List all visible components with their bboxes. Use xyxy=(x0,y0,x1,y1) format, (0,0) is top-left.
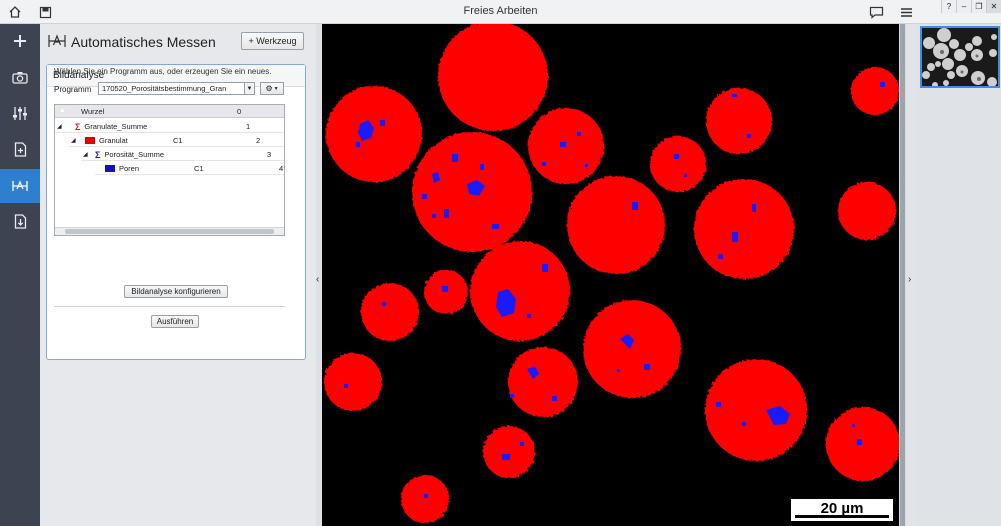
sum-icon: Σ xyxy=(75,121,81,132)
scale-bar-line xyxy=(795,515,889,518)
home-icon[interactable] xyxy=(6,3,24,21)
image-viewport[interactable]: 20 µm xyxy=(322,24,899,526)
tree-row[interactable]: ◢ Granulat xyxy=(71,134,128,147)
image-thumbnail[interactable] xyxy=(920,26,1000,88)
sliders-icon[interactable] xyxy=(0,96,40,130)
chevron-down-icon: ▼ xyxy=(273,85,279,92)
chat-icon[interactable] xyxy=(866,3,886,21)
tree-row-value: 2 xyxy=(256,136,261,145)
collapse-icon[interactable]: ◢ xyxy=(83,151,91,158)
tree-header: ▲ Wurzel 0 xyxy=(55,105,284,118)
close-icon[interactable]: ✕ xyxy=(986,0,1001,13)
program-select-value: 170520_Porositätsbestimmung_Gran xyxy=(102,84,227,93)
window-controls: ? – ❐ ✕ xyxy=(941,0,1001,13)
run-button[interactable]: Ausführen xyxy=(151,315,199,328)
restore-icon[interactable]: ❐ xyxy=(971,0,986,13)
chevron-down-icon[interactable]: ▼ xyxy=(244,83,254,94)
tree-row-name: Granulate_Summe xyxy=(84,122,148,131)
tree-row-value: 1 xyxy=(246,122,251,131)
panel-title: Automatisches Messen xyxy=(71,34,216,50)
hint-text: Wählen Sie ein Programm aus, oder erzeug… xyxy=(54,67,272,76)
tree-row-name: Porosität_Summe xyxy=(104,150,165,159)
tree-root-label: Wurzel xyxy=(81,107,105,116)
tree-horizontal-scrollbar[interactable] xyxy=(55,227,284,235)
tool-panel: Automatisches Messen + Werkzeug Bildanal… xyxy=(40,24,316,526)
tree-root-value: 0 xyxy=(237,107,242,116)
sum-icon: Σ xyxy=(95,149,101,160)
program-label: Programm xyxy=(54,85,92,94)
tree-row-class: C1 xyxy=(194,164,204,173)
tree-row[interactable]: Poren xyxy=(105,162,139,175)
gallery-panel xyxy=(916,24,1001,526)
automatic-measure-icon xyxy=(48,34,66,47)
minimize-icon[interactable]: – xyxy=(956,0,971,13)
divider xyxy=(54,306,285,307)
program-select[interactable]: 170520_Porositätsbestimmung_Gran ▼ xyxy=(98,82,255,95)
scale-bar: 20 µm xyxy=(790,498,894,522)
tree-row-value: 4 xyxy=(279,164,284,173)
add-tool-button[interactable]: + Werkzeug xyxy=(241,32,304,50)
menu-icon[interactable] xyxy=(896,3,916,21)
save-icon[interactable] xyxy=(36,3,54,21)
add-icon[interactable] xyxy=(0,24,40,58)
camera-icon[interactable] xyxy=(0,60,40,94)
chevron-right-icon[interactable]: › xyxy=(908,274,911,285)
segmented-microscope-image xyxy=(324,24,899,523)
thumbnail-image xyxy=(922,28,998,86)
right-splitter[interactable]: › xyxy=(906,24,916,526)
gear-icon: ⚙ xyxy=(265,84,273,93)
left-toolbar xyxy=(0,24,40,526)
help-icon[interactable]: ? xyxy=(941,0,956,13)
window-title: Freies Arbeiten xyxy=(463,5,538,17)
document-export-icon[interactable] xyxy=(0,204,40,238)
class-color-swatch xyxy=(85,137,95,144)
title-bar: Freies Arbeiten ? – ❐ ✕ xyxy=(0,0,1001,24)
image-vertical-scrollbar[interactable] xyxy=(899,24,906,526)
tree-row-name: Poren xyxy=(119,164,140,173)
document-add-icon[interactable] xyxy=(0,132,40,166)
measure-icon[interactable] xyxy=(0,169,40,203)
chevron-left-icon[interactable]: ‹ xyxy=(316,274,319,285)
collapse-icon[interactable]: ◢ xyxy=(71,137,79,144)
configure-analysis-button[interactable]: Bildanalyse konfigurieren xyxy=(124,285,228,298)
up-arrow-icon: ▲ xyxy=(59,107,66,114)
collapse-icon[interactable]: ◢ xyxy=(57,123,65,130)
scrollbar-thumb[interactable] xyxy=(900,24,905,526)
tree-row[interactable]: ◢ Σ Granulate_Summe xyxy=(57,120,147,133)
tree-row-name: Granulat xyxy=(99,136,128,145)
class-color-swatch xyxy=(105,165,115,172)
analysis-tree[interactable]: ▲ Wurzel 0 ◢ Σ Granulate_Summe 1 ◢ Granu… xyxy=(54,104,285,236)
program-options-button[interactable]: ⚙ ▼ xyxy=(260,82,284,95)
tree-row-value: 3 xyxy=(267,150,272,159)
tree-row[interactable]: ◢ Σ Porosität_Summe xyxy=(83,148,164,161)
tree-row-class: C1 xyxy=(173,136,183,145)
